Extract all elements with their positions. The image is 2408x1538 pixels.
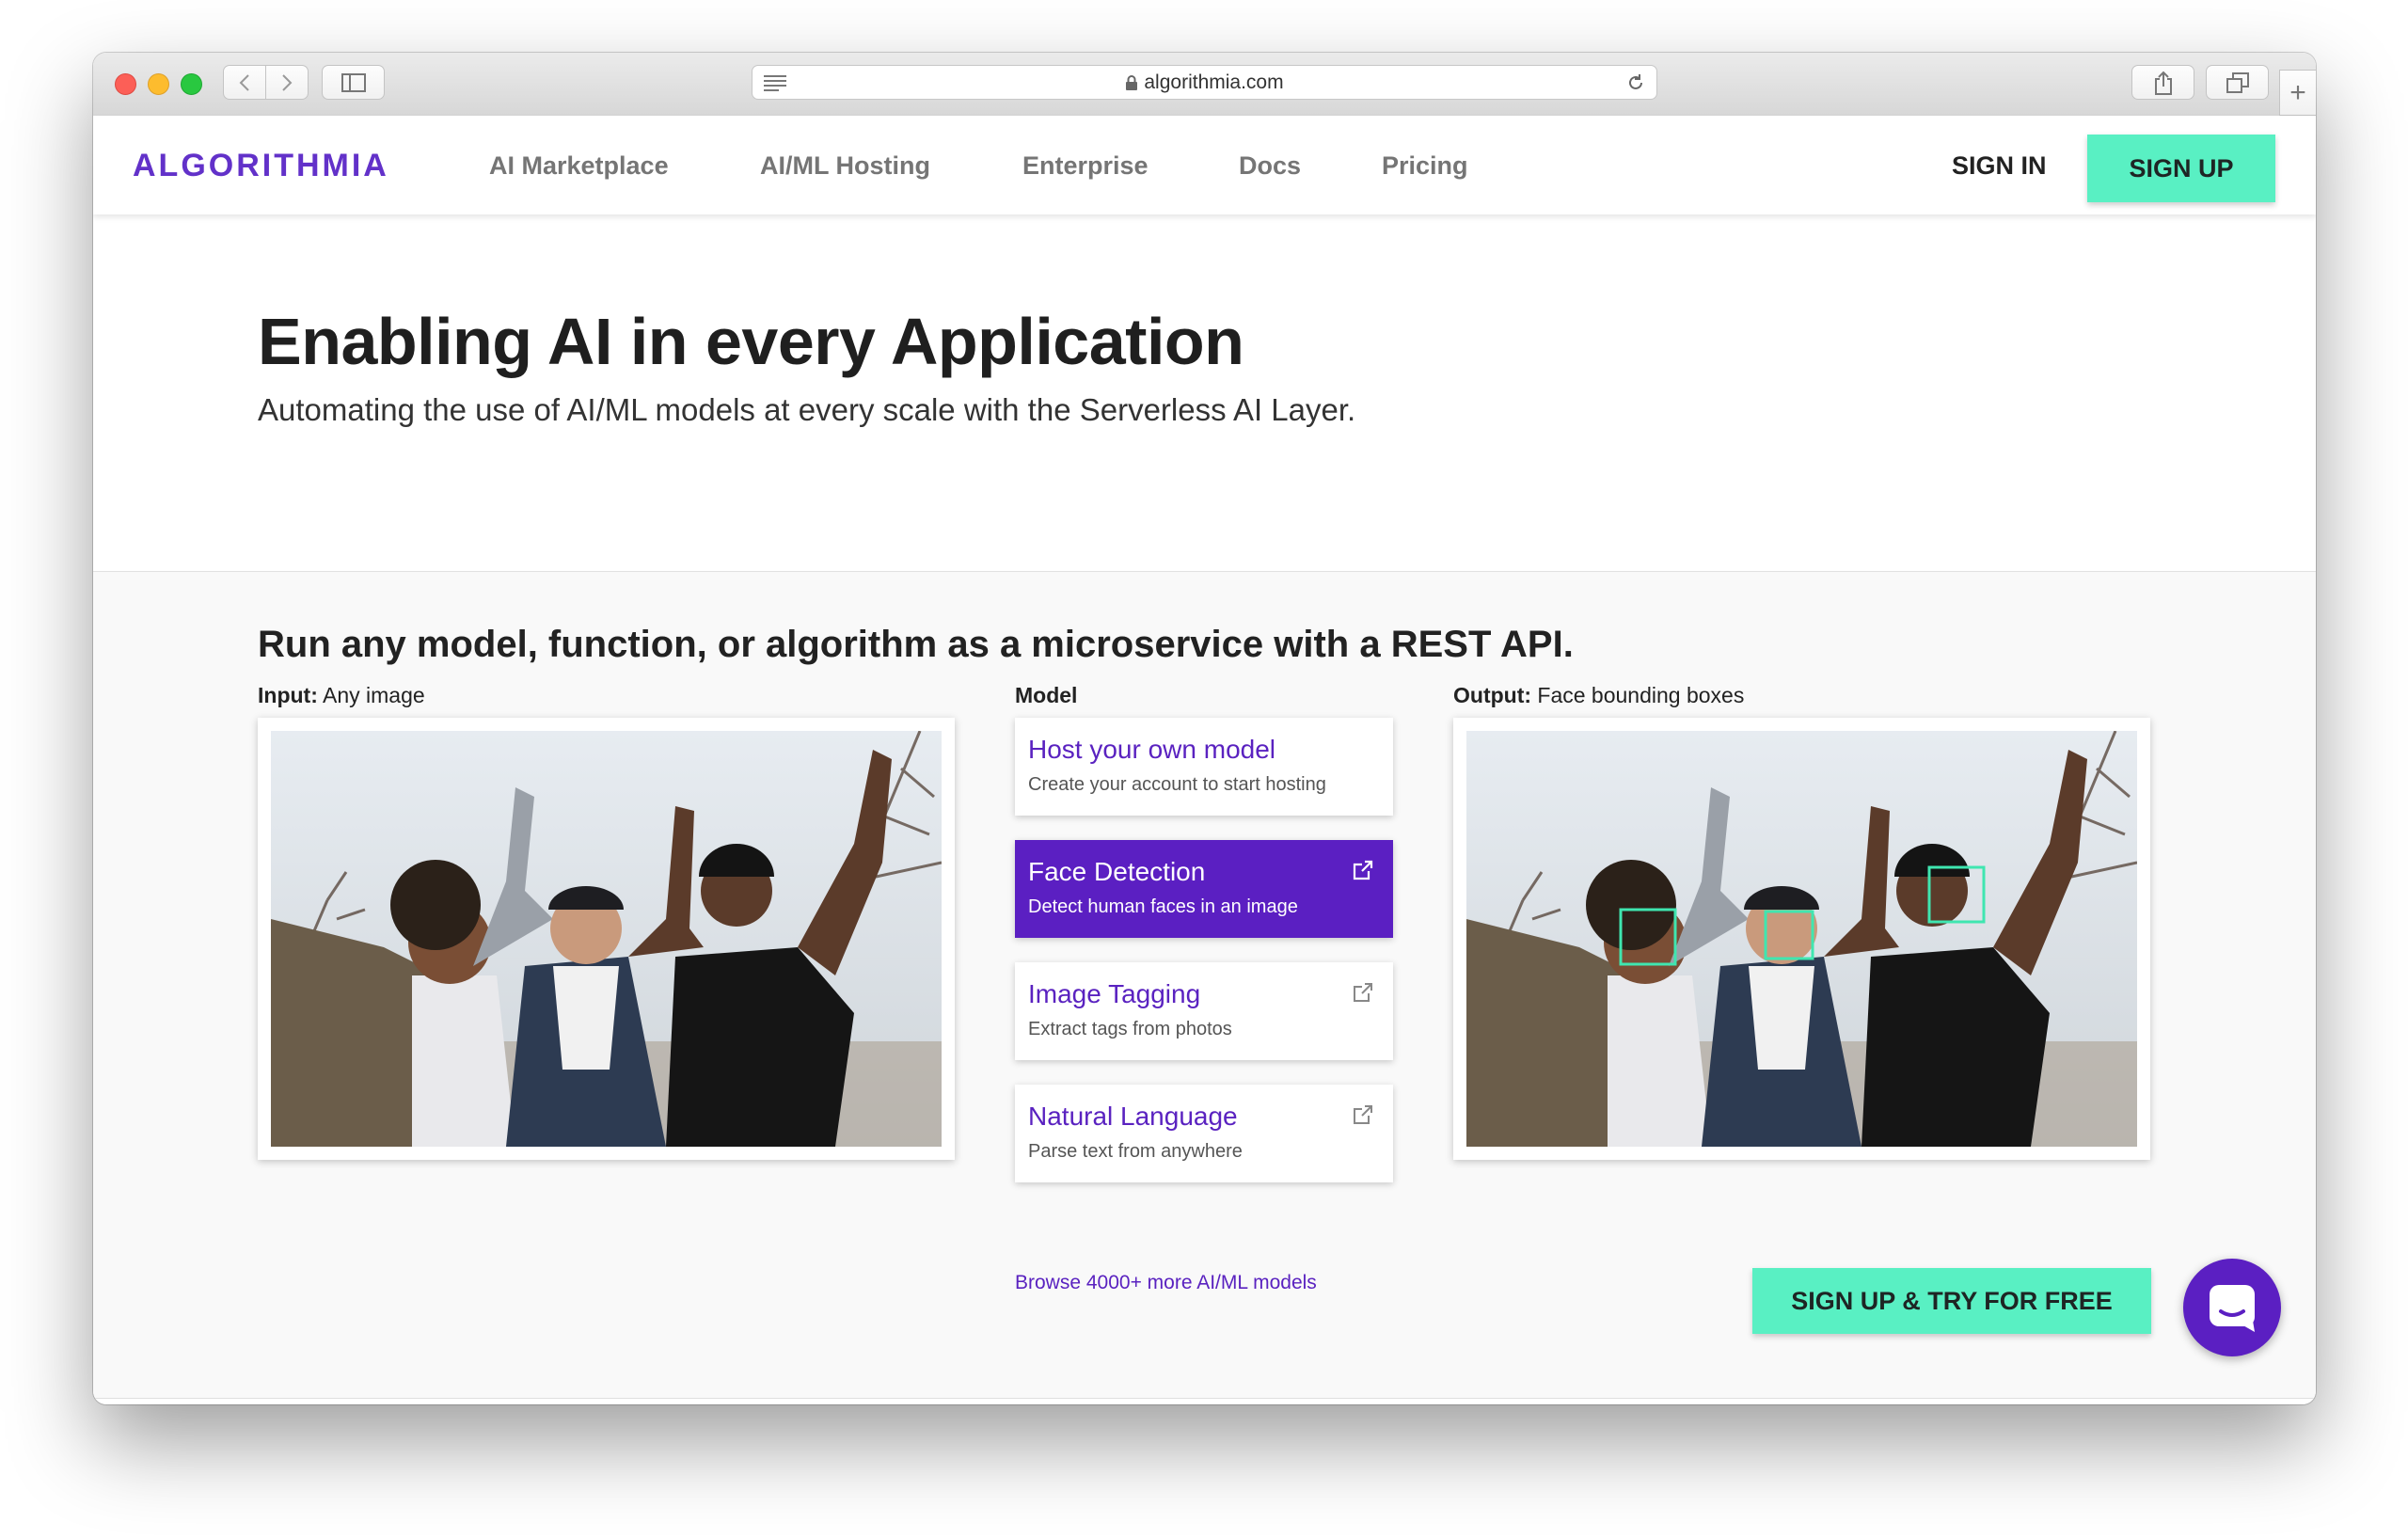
reload-icon[interactable] (1626, 73, 1645, 92)
address-bar[interactable]: algorithmia.com (752, 65, 1657, 100)
url-text: algorithmia.com (1144, 71, 1284, 93)
output-label: Output: Face bounding boxes (1453, 683, 1744, 708)
input-label-bold: Input: (258, 683, 318, 707)
chevron-left-icon (239, 73, 249, 91)
sign-in-link[interactable]: SIGN IN (1952, 151, 2047, 181)
hero-subtitle: Automating the use of AI/ML models at ev… (258, 392, 1356, 427)
input-label-text: Any image (317, 683, 425, 707)
group-jumping-photo (271, 731, 942, 1147)
output-label-bold: Output: (1453, 683, 1532, 707)
demo-title: Run any model, function, or algorithm as… (258, 624, 1574, 665)
page-bottom-edge (93, 1398, 2316, 1404)
model-card-image-tagging[interactable]: Image Tagging Extract tags from photos (1015, 962, 1393, 1060)
share-button[interactable] (2131, 65, 2194, 100)
output-image-card (1453, 718, 2150, 1160)
input-label: Input: Any image (258, 683, 425, 708)
tabs-icon (2226, 71, 2249, 93)
input-photo (271, 731, 942, 1147)
demo-section: Run any model, function, or algorithm as… (93, 572, 2316, 1404)
model-title: Face Detection (1028, 857, 1206, 886)
model-title: Image Tagging (1028, 979, 1201, 1008)
nav-docs[interactable]: Docs (1239, 151, 1301, 181)
model-subtitle: Detect human faces in an image (1028, 896, 1298, 917)
model-label-text: Model (1015, 683, 1078, 707)
model-title: Host your own model (1028, 735, 1276, 764)
browser-toolbar: algorithmia.com + (93, 53, 2316, 117)
share-icon (2154, 71, 2172, 95)
external-link-icon (1354, 1105, 1372, 1124)
lock-icon (1126, 75, 1138, 90)
model-subtitle: Extract tags from photos (1028, 1019, 1232, 1039)
nav-ai-ml-hosting[interactable]: AI/ML Hosting (760, 151, 930, 181)
sidebar-toggle-button[interactable] (322, 65, 385, 100)
nav-pricing[interactable]: Pricing (1382, 151, 1468, 181)
sidebar-icon (341, 72, 366, 92)
zoom-window-button[interactable] (181, 73, 202, 95)
model-subtitle: Create your account to start hosting (1028, 774, 1326, 795)
site-header: ALGORITHMIA AI Marketplace AI/ML Hosting… (93, 116, 2316, 214)
model-card-natural-language[interactable]: Natural Language Parse text from anywher… (1015, 1085, 1393, 1182)
browser-window: algorithmia.com + ALGORITHMIA AI Marketp… (93, 53, 2316, 1404)
minimize-window-button[interactable] (148, 73, 169, 95)
model-card-host-own[interactable]: Host your own model Create your account … (1015, 718, 1393, 816)
nav-ai-marketplace[interactable]: AI Marketplace (489, 151, 669, 181)
external-link-icon (1353, 860, 1373, 880)
external-link-icon (1354, 983, 1372, 1002)
chat-icon (2210, 1285, 2255, 1332)
model-label: Model (1015, 683, 1077, 708)
back-button[interactable] (223, 65, 266, 100)
show-tabs-button[interactable] (2206, 65, 2269, 100)
hero-section: Enabling AI in every Application Automat… (93, 214, 2316, 572)
forward-button[interactable] (265, 65, 309, 100)
group-jumping-photo-with-boxes (1466, 731, 2137, 1147)
input-image-card (258, 718, 955, 1160)
model-card-face-detection[interactable]: Face Detection Detect human faces in an … (1015, 840, 1393, 938)
hero-title: Enabling AI in every Application (258, 305, 1244, 378)
nav-enterprise[interactable]: Enterprise (1022, 151, 1149, 181)
model-subtitle: Parse text from anywhere (1028, 1141, 1243, 1162)
sign-up-button[interactable]: SIGN UP (2087, 135, 2275, 202)
output-photo (1466, 731, 2137, 1147)
model-title: Natural Language (1028, 1102, 1238, 1131)
chevron-right-icon (282, 73, 293, 91)
plus-icon: + (2289, 76, 2306, 108)
browse-models-link[interactable]: Browse 4000+ more AI/ML models (1015, 1272, 1317, 1294)
new-tab-button[interactable]: + (2279, 70, 2316, 116)
output-label-text: Face bounding boxes (1531, 683, 1745, 707)
algorithmia-logo[interactable]: ALGORITHMIA (133, 148, 389, 184)
chat-launcher-button[interactable] (2183, 1259, 2281, 1356)
close-window-button[interactable] (115, 73, 136, 95)
sign-up-try-free-button[interactable]: SIGN UP & TRY FOR FREE (1752, 1268, 2151, 1334)
